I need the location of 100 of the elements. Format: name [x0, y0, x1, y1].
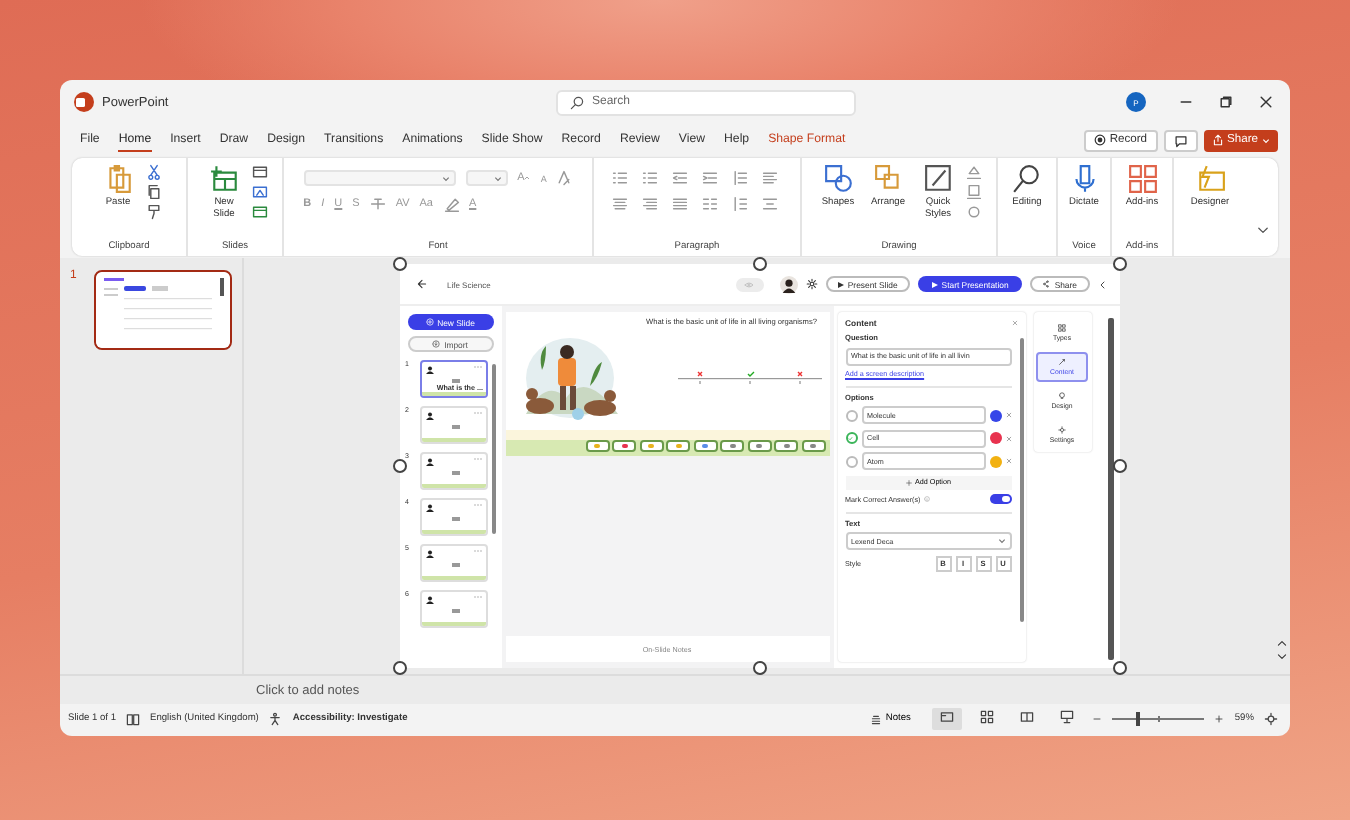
collapse-icon[interactable] [1097, 279, 1107, 289]
plus-icon[interactable] [905, 479, 911, 485]
person-icon [425, 458, 433, 466]
align-left-icon[interactable] [761, 170, 777, 186]
slide-card[interactable] [419, 498, 487, 536]
settings-icon[interactable] [805, 278, 818, 290]
increase-indent-icon[interactable] [701, 170, 717, 186]
slide-card[interactable] [419, 452, 487, 490]
new-slide-icon [209, 164, 239, 194]
section-icon[interactable] [252, 204, 268, 220]
bullets-icon[interactable] [611, 170, 627, 186]
view-button[interactable] [932, 708, 963, 730]
resize-handle[interactable] [392, 661, 406, 675]
back-arrow-icon[interactable] [415, 278, 427, 290]
zoom-in-icon[interactable] [1214, 714, 1225, 724]
scrollbar[interactable] [491, 364, 495, 534]
line-spacing-icon[interactable] [731, 170, 747, 186]
remove-icon[interactable] [1005, 435, 1011, 441]
resize-handle[interactable] [752, 257, 766, 271]
slide-card[interactable] [419, 590, 487, 628]
shape-outline-icon[interactable] [966, 184, 982, 200]
import-icon[interactable] [432, 340, 441, 348]
correct-radio[interactable] [845, 455, 857, 467]
color-dot[interactable] [989, 432, 1001, 444]
layout-icon[interactable] [252, 164, 268, 180]
panel-scrollbar[interactable] [1019, 338, 1023, 622]
check-icon [848, 435, 854, 441]
reading-view-icon[interactable] [1020, 710, 1035, 724]
reaction-chip[interactable] [747, 440, 771, 452]
resize-handle[interactable] [392, 257, 406, 271]
reset-icon[interactable] [252, 184, 268, 200]
columns-icon[interactable] [701, 196, 717, 212]
shape-fill-icon[interactable] [966, 164, 982, 180]
align-right-icon[interactable] [641, 196, 657, 212]
font-name-field[interactable] [303, 170, 456, 186]
toggle-pill[interactable] [735, 277, 764, 291]
zoom-out-icon[interactable] [1092, 714, 1103, 724]
slide-sorter-icon[interactable] [980, 710, 995, 724]
font-size-field[interactable] [465, 170, 508, 186]
user-avatar[interactable] [779, 275, 798, 293]
search-icon [1012, 164, 1042, 194]
zoom-thumb[interactable] [1135, 712, 1140, 726]
bulb-icon[interactable] [1058, 392, 1066, 400]
play-icon [931, 281, 938, 287]
slide-type-icon [451, 562, 459, 568]
justify-icon[interactable] [671, 196, 687, 212]
reaction-chip[interactable] [801, 440, 825, 452]
text-direction-icon[interactable] [731, 196, 747, 212]
reaction-chip[interactable] [612, 440, 636, 452]
correct-radio[interactable] [845, 409, 857, 421]
align-text-icon[interactable] [761, 196, 777, 212]
slide-card[interactable] [419, 406, 487, 444]
slide-thumbnail[interactable] [94, 270, 232, 350]
slide-type-icon [451, 424, 459, 430]
microphone-icon [1069, 164, 1099, 194]
share-icon[interactable] [1042, 280, 1051, 288]
format-painter-icon[interactable] [146, 204, 162, 220]
color-dot[interactable] [989, 455, 1001, 467]
align-center-icon[interactable] [611, 196, 627, 212]
strikethrough-icon[interactable] [369, 196, 386, 212]
grid-icon[interactable] [1058, 324, 1066, 332]
accessibility-icon[interactable] [268, 712, 283, 726]
slide-card[interactable] [419, 544, 487, 582]
scroll-up-icon[interactable] [1276, 638, 1288, 650]
scissors-icon[interactable] [146, 164, 162, 180]
decrease-indent-icon[interactable] [671, 170, 687, 186]
normal-view-icon[interactable] [940, 710, 955, 724]
toggle-switch[interactable] [989, 494, 1011, 504]
spelling-icon[interactable] [126, 712, 141, 726]
numbering-icon[interactable] [641, 170, 657, 186]
color-dot[interactable] [989, 409, 1001, 421]
copy-icon[interactable] [146, 184, 162, 200]
settings-icon[interactable] [1058, 426, 1066, 434]
slide[interactable] [399, 264, 1119, 668]
reaction-chip[interactable] [585, 440, 609, 452]
fit-to-window-icon[interactable] [1264, 712, 1278, 726]
correct-radio[interactable] [845, 432, 857, 444]
resize-handle[interactable] [392, 459, 406, 473]
remove-icon[interactable] [1005, 412, 1011, 418]
resize-handle[interactable] [1112, 257, 1126, 271]
notes-icon[interactable] [869, 713, 882, 725]
collapse-ribbon-icon[interactable] [1256, 224, 1270, 238]
shape-effects-icon[interactable] [966, 204, 982, 220]
resize-handle[interactable] [1112, 661, 1126, 675]
close-icon[interactable] [1258, 94, 1274, 110]
reaction-chip[interactable] [639, 440, 663, 452]
page-scrollbar[interactable] [1107, 318, 1113, 660]
reaction-chip[interactable] [693, 440, 717, 452]
comment-icon[interactable] [1173, 133, 1188, 147]
remove-icon[interactable] [1005, 458, 1011, 464]
search-icon[interactable] [570, 95, 584, 109]
clear-formatting-icon[interactable] [556, 170, 573, 186]
reaction-chip[interactable] [774, 440, 798, 452]
highlighter-icon[interactable] [443, 196, 459, 212]
reaction-chip[interactable] [720, 440, 744, 452]
scroll-down-icon[interactable] [1276, 650, 1288, 662]
comments-button[interactable] [1163, 129, 1198, 151]
reaction-chip[interactable] [666, 440, 690, 452]
slideshow-icon[interactable] [1060, 710, 1075, 724]
restore-icon[interactable] [1218, 94, 1234, 110]
